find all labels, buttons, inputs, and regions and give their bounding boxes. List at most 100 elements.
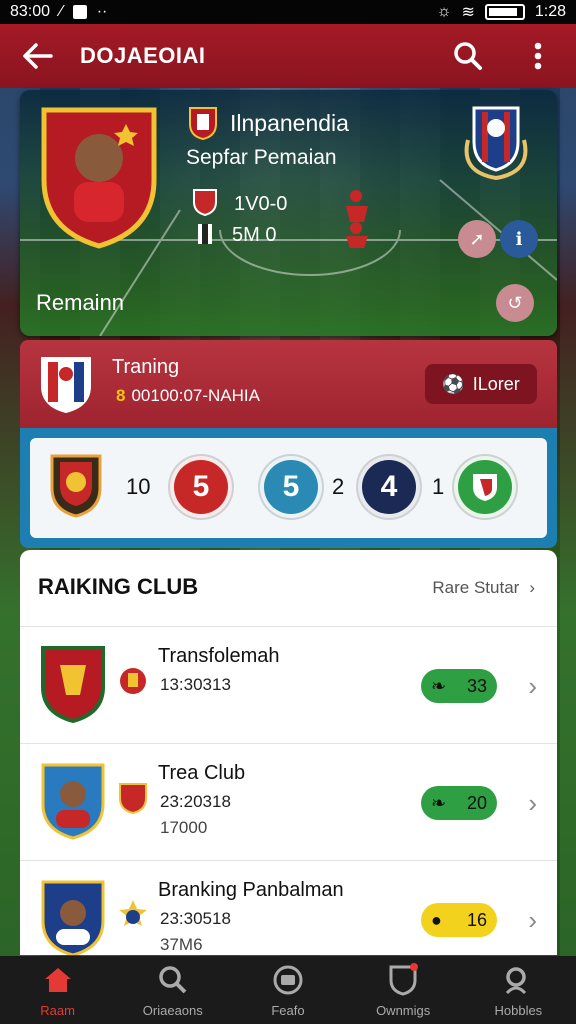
club-detail: 13:30313 xyxy=(160,675,231,694)
score-pill: ❧ 20 xyxy=(421,786,497,820)
back-arrow-icon xyxy=(23,43,53,69)
nav-profile-label: Hobbles xyxy=(494,1002,543,1018)
hero-match-card[interactable]: Ilnpanendia Sepfar Pemaian 1V0-0 5M 0 ➚ … xyxy=(20,90,557,336)
mini-badge-icon xyxy=(120,668,146,694)
score-value: 33 xyxy=(466,675,487,696)
nav-profile[interactable]: Hobbles xyxy=(468,963,568,1018)
score-circle-3[interactable]: 4 xyxy=(358,456,420,518)
wifi-icon: ≋ xyxy=(461,4,475,21)
training-banner[interactable]: Traning 8 00100:07-NAHIA ⚽ ILorer xyxy=(20,340,557,428)
chevron-right-icon: › xyxy=(528,671,537,701)
club-extra: 17000 xyxy=(160,818,208,837)
club-crest-icon xyxy=(41,646,105,723)
refresh-icon: ↺ xyxy=(507,292,523,313)
star-badge-icon xyxy=(119,900,147,926)
nav-home[interactable]: Raam xyxy=(8,963,108,1018)
alarm-icon: ☼ xyxy=(436,3,452,20)
info-icon: ℹ xyxy=(515,228,523,249)
player-crest-icon xyxy=(41,107,157,249)
score-circle-2[interactable]: 5 xyxy=(260,456,322,518)
ranking-see-all-link[interactable]: Rare Stutar › xyxy=(432,578,535,598)
ranking-header: RAIKING CLUB Rare Stutar › xyxy=(20,550,557,626)
score-value: 16 xyxy=(466,909,487,930)
search-button[interactable] xyxy=(448,36,488,76)
hero-subtitle: Sepfar Pemaian xyxy=(186,146,337,169)
more-dots-icon: ·· xyxy=(96,3,108,20)
notification-dot xyxy=(410,962,419,971)
search-icon xyxy=(501,963,535,997)
score-pill: ● 16 xyxy=(421,903,497,937)
ranking-list-item[interactable]: Transfolemah 13:30313 ❧ 33 › xyxy=(20,626,557,743)
training-time: 00100:07-NAHIA xyxy=(131,386,260,405)
ranking-list-item[interactable]: Branking Panbalman 23:30518 37M6 ● 16 › xyxy=(20,860,557,955)
club-detail: 23:30518 xyxy=(160,909,231,928)
red-player-icon xyxy=(346,190,368,248)
score-circle-1[interactable]: 5 xyxy=(170,456,232,518)
leaf-icon: ❧ xyxy=(431,675,447,696)
ball-kick-icon: ⚽ xyxy=(442,373,465,394)
shield-icon xyxy=(386,962,420,997)
bottom-navigation: Raam Oriaeaons Feafo Ownmigs Hobbles xyxy=(0,956,576,1024)
training-title: Traning xyxy=(112,356,180,378)
ranking-list-item[interactable]: Trea Club 23:20318 17000 ❧ 20 › xyxy=(20,743,557,860)
ball-icon xyxy=(271,963,305,997)
club-crest-icon xyxy=(464,106,528,181)
nav-home-label: Raam xyxy=(40,1002,75,1018)
nav-search[interactable]: Oriaeaons xyxy=(123,963,223,1018)
app-title: DOJAEOIAI xyxy=(80,43,206,68)
mid-number: 2 xyxy=(332,474,345,499)
shield-icon xyxy=(473,474,497,501)
share-icon: ➚ xyxy=(469,228,485,249)
nav-shield[interactable]: Ownmigs xyxy=(353,962,453,1018)
player-crest-icon xyxy=(41,880,105,955)
back-button[interactable] xyxy=(18,36,58,76)
score-circle-4-shield[interactable] xyxy=(454,456,516,518)
search-icon xyxy=(454,42,482,70)
lower-button[interactable]: ⚽ ILorer xyxy=(425,364,537,404)
nav-search-label: Oriaeaons xyxy=(142,1002,203,1018)
hero-title: Ilnpanendia xyxy=(230,110,349,136)
score-pill: ❧ 33 xyxy=(421,669,497,703)
app-bar: DOJAEOIAI xyxy=(0,24,576,88)
more-vert-icon xyxy=(534,42,542,70)
match-crest-icon xyxy=(50,454,102,518)
home-icon xyxy=(41,963,75,997)
ranking-title: RAIKING CLUB xyxy=(38,574,199,599)
training-time-row: 8 00100:07-NAHIA xyxy=(116,386,260,406)
score-value: 20 xyxy=(466,792,487,813)
player-crest-icon xyxy=(41,763,105,840)
refresh-button[interactable]: ↺ xyxy=(496,284,534,322)
overflow-menu-button[interactable] xyxy=(518,36,558,76)
club-detail: 23:20318 xyxy=(160,792,231,811)
coin-icon: ● xyxy=(431,909,442,930)
status-time: 83:00 xyxy=(10,3,51,20)
notification-icon xyxy=(72,5,87,19)
hero-score-line-2: 5M 0 xyxy=(232,224,277,246)
chevron-right-icon: › xyxy=(529,578,535,597)
share-button[interactable]: ➚ xyxy=(458,220,496,258)
ranking-link-label: Rare Stutar xyxy=(432,578,520,597)
hero-score-line-1: 1V0-0 xyxy=(234,193,288,215)
chevron-right-icon: › xyxy=(528,905,537,935)
nav-feed[interactable]: Feafo xyxy=(238,963,338,1018)
right-number: 1 xyxy=(432,474,445,499)
signal-icon: ⁄ xyxy=(60,3,63,20)
mini-badge-icon xyxy=(119,783,147,814)
battery-icon xyxy=(484,4,525,20)
info-button[interactable]: ℹ xyxy=(500,220,538,258)
leaf-icon: ❧ xyxy=(431,792,447,813)
status-bar: 83:00 ⁄ ·· ☼ ≋ 1:28 xyxy=(0,0,576,24)
team-badge-icon xyxy=(189,107,217,140)
status-clock: 1:28 xyxy=(534,3,566,20)
nav-feed-label: Feafo xyxy=(271,1002,305,1018)
search-icon xyxy=(156,963,190,997)
lower-button-label: ILorer xyxy=(472,373,520,394)
left-number: 10 xyxy=(126,474,151,499)
hero-label: Remainn xyxy=(36,290,125,315)
away-team-icon xyxy=(198,224,212,244)
training-crest-icon xyxy=(41,357,91,414)
club-name: Trea Club xyxy=(158,762,246,784)
chevron-right-icon: › xyxy=(528,788,537,818)
club-name: Branking Panbalman xyxy=(158,879,344,901)
clock-icon: 8 xyxy=(116,386,126,405)
